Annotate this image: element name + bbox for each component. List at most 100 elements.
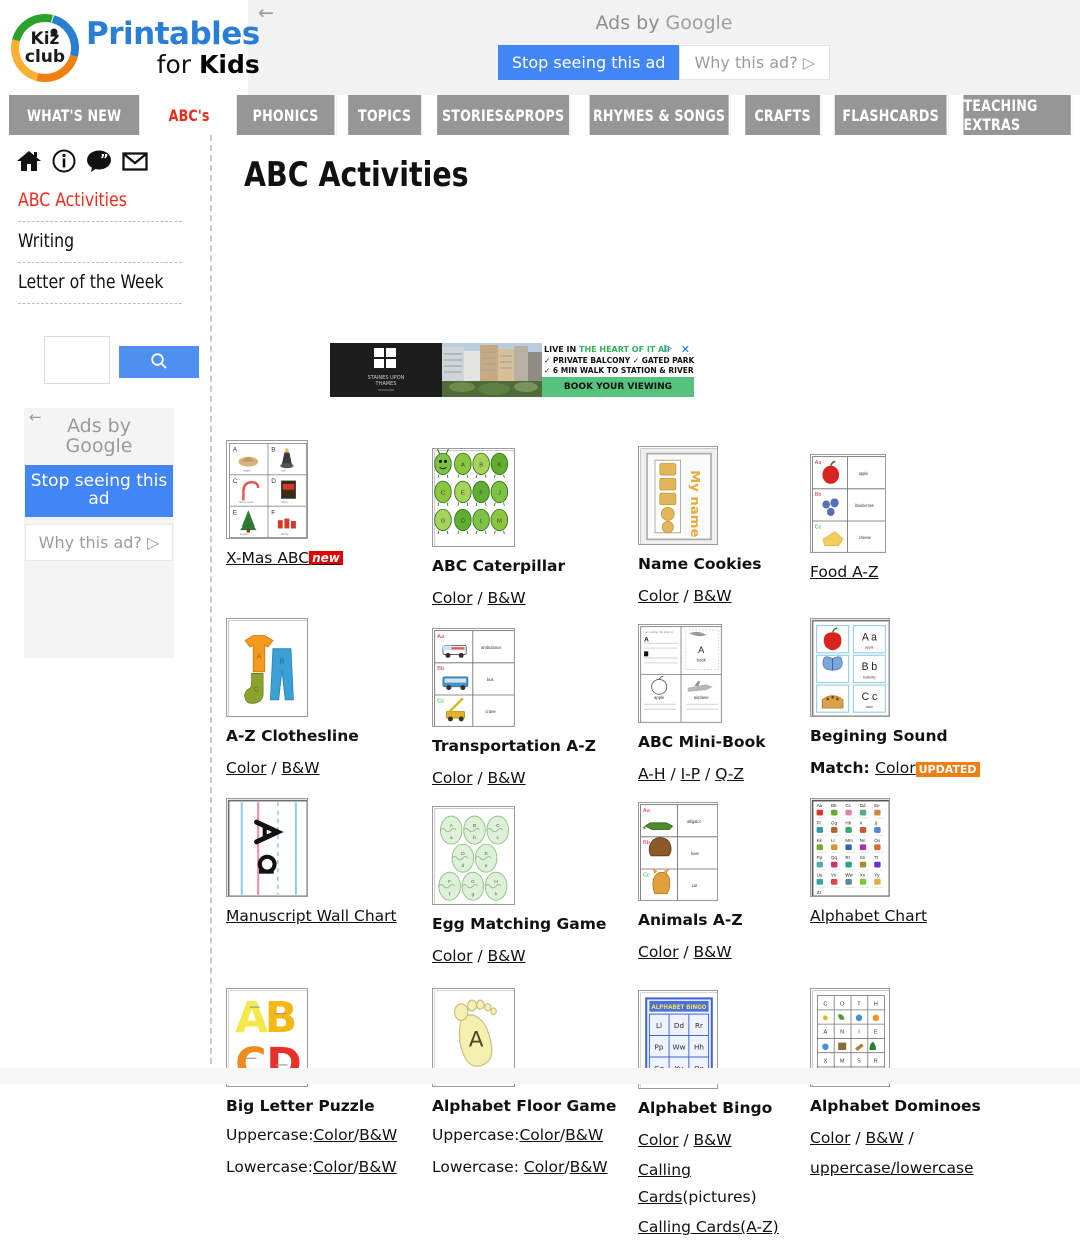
- separator: /: [678, 587, 694, 606]
- activity-link-b-w[interactable]: B&W: [565, 1126, 603, 1144]
- thumbnail-name-cookies[interactable]: My name: [638, 446, 718, 545]
- activity-title-text: Transportation A-Z: [432, 737, 596, 755]
- activity-title-text: Alphabet Bingo: [638, 1099, 773, 1117]
- svg-text:Kk: Kk: [817, 838, 823, 843]
- thumbnail-abc-caterpillar[interactable]: ABKCEFJGDLM: [432, 448, 515, 547]
- activity-link-b-w[interactable]: B&W: [488, 769, 526, 787]
- sidebar-stop-seeing-ad-button[interactable]: Stop seeing this ad: [25, 464, 173, 517]
- svg-text:alligator: alligator: [687, 819, 702, 824]
- thumbnail-begining-sound-match[interactable]: A a apple B b butterfly C c cake: [810, 618, 890, 717]
- svg-text:M: M: [840, 1058, 845, 1064]
- activity-link-color[interactable]: Color: [519, 1126, 559, 1144]
- close-icon[interactable]: ✕: [681, 343, 690, 356]
- info-icon[interactable]: [52, 149, 76, 173]
- thumbnail-abc-mini-book[interactable]: A I am writing the letter A Abook apple airp…: [638, 624, 722, 723]
- svg-text:A: A: [461, 462, 465, 468]
- comment-icon[interactable]: ”: [86, 149, 112, 173]
- nav-tab-stories-props[interactable]: STORIES&PROPS: [437, 95, 571, 135]
- mail-icon[interactable]: [122, 149, 148, 173]
- svg-text:Ii: Ii: [860, 821, 862, 826]
- nav-tab-what-s-new[interactable]: WHAT'S NEW: [9, 95, 141, 135]
- nav-tab-label: ABC's: [168, 105, 210, 125]
- activity-link-b-w[interactable]: B&W: [488, 947, 526, 965]
- kizclub-logo-icon: Kiz club: [8, 11, 82, 85]
- svg-text:O: O: [840, 1001, 845, 1007]
- thumbnail-manuscript-wall-chart[interactable]: [226, 798, 308, 897]
- sidebar-ad-back-arrow-icon[interactable]: ←: [29, 408, 42, 426]
- search-input[interactable]: [44, 336, 110, 384]
- thumbnail-xmas-abc[interactable]: A B C D E Fangel bell candy cane drum engine famil…: [226, 440, 308, 539]
- nav-tab-teaching-extras[interactable]: TEACHING EXTRAS: [963, 95, 1073, 135]
- activity-link-b-w[interactable]: B&W: [694, 1131, 732, 1149]
- activity-link-b-w[interactable]: B&W: [282, 759, 320, 777]
- nav-tab-phonics[interactable]: PHONICS: [236, 95, 337, 135]
- sidebar-ad-panel: ← Ads by Google Stop seeing this ad Why …: [24, 408, 174, 658]
- activity-link-color[interactable]: Color: [638, 1131, 678, 1149]
- nav-tab-rhymes-songs[interactable]: RHYMES & SONGS: [589, 95, 731, 135]
- activity-title: Name Cookies: [638, 554, 810, 574]
- activity-link-color[interactable]: Color: [810, 1129, 850, 1147]
- svg-text:M: M: [497, 518, 502, 524]
- activity-links-row: Color / B&W: [432, 585, 638, 611]
- activity-card: A B C D Big Letter Puzzle Uppercase:Color/B&W…: [226, 988, 432, 1188]
- activity-link-b-w[interactable]: B&W: [359, 1126, 397, 1144]
- activity-link-color[interactable]: Color: [875, 759, 915, 777]
- thumbnail-az-clothesline[interactable]: A B C: [226, 618, 308, 717]
- activity-link-color[interactable]: Color: [432, 769, 472, 787]
- activity-link-color[interactable]: Color: [638, 943, 678, 961]
- activity-link-i-p[interactable]: I-P: [681, 765, 701, 783]
- svg-text:Rr: Rr: [695, 1021, 703, 1030]
- stop-seeing-ad-button[interactable]: Stop seeing this ad: [497, 45, 680, 80]
- activity-title[interactable]: Alphabet Chart: [810, 906, 1030, 926]
- activity-link-b-w[interactable]: B&W: [694, 587, 732, 605]
- nav-tab-topics[interactable]: TOPICS: [348, 95, 423, 135]
- svg-text:Bb: Bb: [643, 840, 650, 846]
- activity-link-color[interactable]: Color: [524, 1158, 564, 1176]
- activity-link-b-w[interactable]: B&W: [694, 943, 732, 961]
- nav-tab-flashcards[interactable]: FLASHCARDS: [834, 95, 949, 135]
- sidebar-item-writing[interactable]: Writing: [18, 222, 182, 263]
- activity-link-color[interactable]: Color: [432, 589, 472, 607]
- activity-title[interactable]: Manuscript Wall Chart: [226, 906, 432, 926]
- activity-link-b-w[interactable]: B&W: [359, 1158, 397, 1176]
- activity-link-color[interactable]: Color: [226, 759, 266, 777]
- activity-link-b-w[interactable]: B&W: [488, 589, 526, 607]
- activity-link-color[interactable]: Color: [313, 1158, 353, 1176]
- svg-text:”: ”: [100, 153, 109, 168]
- activity-link-q-z[interactable]: Q-Z: [715, 765, 744, 783]
- activities-row: Manuscript Wall Chart Aa Bb Cc Dd Ee Ff Gg Hh Egg…: [226, 798, 1078, 988]
- svg-text:Bb: Bb: [831, 803, 837, 808]
- activity-link-uppercase-lowercase[interactable]: uppercase/lowercase: [810, 1159, 974, 1177]
- activity-links-row: Color / B&W /: [810, 1125, 1030, 1151]
- banner-ad[interactable]: STAINES UPON THAMES LIVE IN THE HEART OF…: [330, 343, 694, 397]
- banner-cta-button[interactable]: BOOK YOUR VIEWING: [542, 377, 694, 397]
- activity-title[interactable]: Food A-Z: [810, 562, 1030, 582]
- activity-card: A B C D E Fangel bell candy cane drum engine famil…: [226, 440, 432, 618]
- thumbnail-transportation-a-z[interactable]: Aa Bb Cc ambulance bus crane: [432, 628, 515, 727]
- svg-text:A: A: [698, 645, 705, 655]
- activity-link-b-w[interactable]: B&W: [866, 1129, 904, 1147]
- nav-tab-abc-s[interactable]: ABC's: [154, 95, 226, 135]
- thumbnail-egg-matching-game[interactable]: AaBbCcDdEeFfGgHh: [432, 806, 515, 905]
- sidebar-search: [44, 336, 210, 384]
- site-logo[interactable]: Kiz club Printables for Kids: [0, 0, 260, 95]
- activity-link-color[interactable]: Color: [313, 1126, 353, 1144]
- sidebar-why-this-ad-button[interactable]: Why this ad? ▷: [25, 523, 173, 561]
- nav-tab-crafts[interactable]: CRAFTS: [745, 95, 822, 135]
- activity-title[interactable]: X-Mas ABC new: [226, 548, 432, 568]
- sidebar-icon-row: ”: [0, 135, 210, 173]
- adchoices-icon[interactable]: ▷: [664, 343, 672, 354]
- thumbnail-alphabet-chart[interactable]: Aa Bb Cc Dd Ee Ff Gg Hh Ii Jj Kk Ll Mm Nn Oo Pp Qq Rr Ss Tt…: [810, 798, 890, 897]
- thumbnail-food-a-z[interactable]: Aa Bb Cc apple blueberries cheese: [810, 454, 886, 553]
- activity-link-calling-cards-a-z-[interactable]: Calling Cards(A-Z): [638, 1218, 779, 1236]
- search-button[interactable]: [119, 346, 199, 378]
- sidebar-item-abc-activities[interactable]: ABC Activities: [18, 181, 182, 222]
- sidebar-item-letter-of-the-week[interactable]: Letter of the Week: [18, 263, 182, 304]
- thumbnail-animals-a-z[interactable]: Aa Bb Cc alligator bear cat: [638, 802, 718, 901]
- activity-link-color[interactable]: Color: [638, 587, 678, 605]
- activity-link-color[interactable]: Color: [432, 947, 472, 965]
- home-icon[interactable]: [16, 149, 42, 173]
- activity-link-b-w[interactable]: B&W: [570, 1158, 608, 1176]
- why-this-ad-button[interactable]: Why this ad? ▷: [679, 45, 831, 80]
- activity-link-a-h[interactable]: A-H: [638, 765, 666, 783]
